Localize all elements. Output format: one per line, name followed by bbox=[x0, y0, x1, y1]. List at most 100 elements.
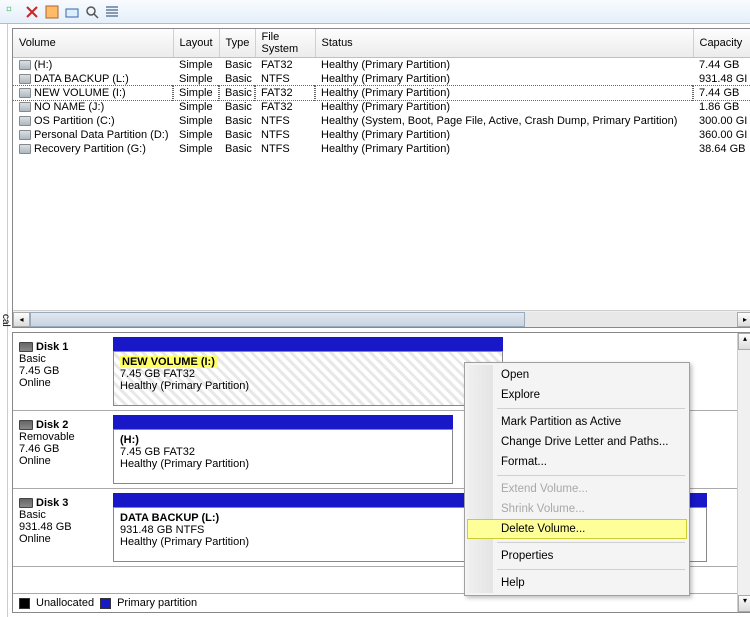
cell: Basic bbox=[219, 86, 255, 100]
disk-icon bbox=[19, 420, 33, 430]
vertical-scrollbar[interactable]: ▴ ▾ bbox=[737, 333, 750, 612]
menu-item-properties[interactable]: Properties bbox=[467, 546, 687, 566]
cell: DATA BACKUP (L:) bbox=[13, 72, 173, 86]
menu-item-change-drive-letter-and-paths[interactable]: Change Drive Letter and Paths... bbox=[467, 432, 687, 452]
partition-box[interactable]: (H:)7.45 GB FAT32Healthy (Primary Partit… bbox=[113, 429, 453, 484]
cell: NEW VOLUME (I:) bbox=[13, 86, 173, 100]
cell: Basic bbox=[219, 128, 255, 142]
menu-separator bbox=[497, 542, 685, 543]
partition-bar bbox=[113, 337, 503, 351]
toolbar-list-icon[interactable] bbox=[104, 4, 120, 20]
cell: 38.64 GB bbox=[693, 142, 750, 156]
partition-area[interactable]: (H:)7.45 GB FAT32Healthy (Primary Partit… bbox=[113, 415, 453, 484]
cell: 300.00 GI bbox=[693, 114, 750, 128]
toolbar-refresh-icon[interactable] bbox=[4, 4, 20, 20]
legend-swatch-unallocated bbox=[19, 598, 30, 609]
table-row[interactable]: OS Partition (C:)SimpleBasicNTFSHealthy … bbox=[13, 114, 750, 128]
menu-item-help[interactable]: Help bbox=[467, 573, 687, 593]
partition-status: Healthy (Primary Partition) bbox=[120, 458, 446, 470]
menu-separator bbox=[497, 475, 685, 476]
disk-type: Removable bbox=[19, 431, 111, 443]
cell: NO NAME (J:) bbox=[13, 100, 173, 114]
volume-icon bbox=[19, 144, 31, 154]
cell: Healthy (Primary Partition) bbox=[315, 72, 693, 86]
partition-area[interactable]: NEW VOLUME (I:)7.45 GB FAT32Healthy (Pri… bbox=[113, 337, 503, 406]
toolbar-find-icon[interactable] bbox=[84, 4, 100, 20]
scroll-left-button[interactable]: ◂ bbox=[13, 312, 30, 327]
horizontal-scrollbar[interactable]: ◂ ▸ bbox=[13, 310, 750, 327]
table-row[interactable]: Recovery Partition (G:)SimpleBasicNTFSHe… bbox=[13, 142, 750, 156]
menu-item-shrink-volume: Shrink Volume... bbox=[467, 499, 687, 519]
cell: Personal Data Partition (D:) bbox=[13, 128, 173, 142]
disk-size: 7.45 GB bbox=[19, 365, 111, 377]
table-row[interactable]: NEW VOLUME (I:)SimpleBasicFAT32Healthy (… bbox=[13, 86, 750, 100]
scroll-down-button[interactable]: ▾ bbox=[738, 595, 750, 612]
menu-item-format[interactable]: Format... bbox=[467, 452, 687, 472]
legend-swatch-primary bbox=[100, 598, 111, 609]
disk-icon bbox=[19, 342, 33, 352]
menu-item-extend-volume: Extend Volume... bbox=[467, 479, 687, 499]
volume-table: VolumeLayoutTypeFile SystemStatusCapacit… bbox=[13, 29, 750, 156]
cell: NTFS bbox=[255, 142, 315, 156]
scroll-up-button[interactable]: ▴ bbox=[738, 333, 750, 350]
table-row[interactable]: DATA BACKUP (L:)SimpleBasicNTFSHealthy (… bbox=[13, 72, 750, 86]
toolbar-action-icon[interactable] bbox=[64, 4, 80, 20]
cell: (H:) bbox=[13, 58, 173, 73]
toolbar-delete-icon[interactable] bbox=[24, 4, 40, 20]
disk-info: Disk 3Basic931.48 GBOnline bbox=[17, 493, 113, 562]
menu-item-explore[interactable]: Explore bbox=[467, 385, 687, 405]
column-header-file-system[interactable]: File System bbox=[255, 29, 315, 58]
scroll-right-button[interactable]: ▸ bbox=[737, 312, 750, 327]
table-row[interactable]: NO NAME (J:)SimpleBasicFAT32Healthy (Pri… bbox=[13, 100, 750, 114]
disk-icon bbox=[19, 498, 33, 508]
cell: NTFS bbox=[255, 128, 315, 142]
cell: Healthy (Primary Partition) bbox=[315, 58, 693, 73]
cell: 7.44 GB bbox=[693, 58, 750, 73]
disk-name: Disk 2 bbox=[36, 419, 68, 431]
partition-size: 7.45 GB FAT32 bbox=[120, 446, 446, 458]
cell: Recovery Partition (G:) bbox=[13, 142, 173, 156]
cell: Simple bbox=[173, 86, 219, 100]
cell: FAT32 bbox=[255, 100, 315, 114]
volume-icon bbox=[19, 74, 31, 84]
volume-icon bbox=[19, 130, 31, 140]
scroll-track[interactable] bbox=[30, 312, 737, 327]
disk-name: Disk 3 bbox=[36, 497, 68, 509]
cell: Simple bbox=[173, 100, 219, 114]
menu-item-open[interactable]: Open bbox=[467, 365, 687, 385]
cell: Healthy (Primary Partition) bbox=[315, 128, 693, 142]
disk-state: Online bbox=[19, 533, 111, 545]
cell: Basic bbox=[219, 58, 255, 73]
volume-icon bbox=[19, 102, 31, 112]
scroll-thumb[interactable] bbox=[30, 312, 525, 327]
disk-size: 931.48 GB bbox=[19, 521, 111, 533]
disk-size: 7.46 GB bbox=[19, 443, 111, 455]
cell: 931.48 GI bbox=[693, 72, 750, 86]
cell: FAT32 bbox=[255, 58, 315, 73]
partition-box[interactable]: NEW VOLUME (I:)7.45 GB FAT32Healthy (Pri… bbox=[113, 351, 503, 406]
disk-info: Disk 2Removable7.46 GBOnline bbox=[17, 415, 113, 484]
cell: Simple bbox=[173, 58, 219, 73]
table-row[interactable]: Personal Data Partition (D:)SimpleBasicN… bbox=[13, 128, 750, 142]
column-header-volume[interactable]: Volume bbox=[13, 29, 173, 58]
cell: FAT32 bbox=[255, 86, 315, 100]
legend-label-primary: Primary partition bbox=[117, 597, 197, 609]
partition-label: (H:) bbox=[120, 434, 446, 446]
column-header-type[interactable]: Type bbox=[219, 29, 255, 58]
toolbar bbox=[0, 0, 750, 24]
disk-type: Basic bbox=[19, 509, 111, 521]
cell: 1.86 GB bbox=[693, 100, 750, 114]
context-menu: OpenExplore Mark Partition as ActiveChang… bbox=[464, 362, 690, 596]
menu-item-mark-partition-as-active[interactable]: Mark Partition as Active bbox=[467, 412, 687, 432]
column-header-capacity[interactable]: Capacity bbox=[693, 29, 750, 58]
cell: NTFS bbox=[255, 72, 315, 86]
table-row[interactable]: (H:)SimpleBasicFAT32Healthy (Primary Par… bbox=[13, 58, 750, 73]
legend-label-unallocated: Unallocated bbox=[36, 597, 94, 609]
column-header-layout[interactable]: Layout bbox=[173, 29, 219, 58]
partition-status: Healthy (Primary Partition) bbox=[120, 380, 496, 392]
menu-separator bbox=[497, 569, 685, 570]
toolbar-properties-icon[interactable] bbox=[44, 4, 60, 20]
column-header-status[interactable]: Status bbox=[315, 29, 693, 58]
menu-item-delete-volume[interactable]: Delete Volume... bbox=[467, 519, 687, 539]
cell: OS Partition (C:) bbox=[13, 114, 173, 128]
